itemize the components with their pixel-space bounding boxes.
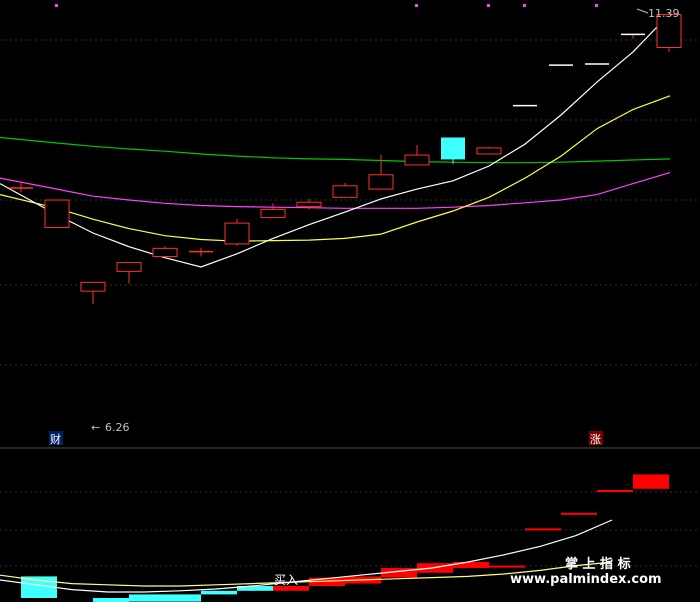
candle-body [224,222,250,245]
watermark-url: www.palmindex.com [510,572,662,587]
candle-body [404,154,430,166]
high-price-label: 11.39 [648,7,680,20]
candle-body [476,147,502,155]
indicator-bar [561,512,597,515]
marker-dot [595,4,598,7]
candle-body [368,174,394,190]
indicator-bar [633,474,669,489]
candle-body [80,281,106,292]
marker-dot [415,4,418,7]
indicator-bar [489,565,525,568]
candle-body [152,247,178,258]
candle-body [332,185,358,198]
indicator-bar [165,594,201,602]
marker-dot [487,4,490,7]
marker-dot [55,4,58,7]
buy-signal-label: 买入 [274,573,298,587]
badge-left: 财 [50,432,61,446]
candle-body [116,262,142,272]
candle-body [296,201,322,208]
low-price-label: 6.26 [105,421,130,434]
stock-chart: 11.39 ← 6.26 财 涨 买入 掌 上 指 标 www.palminde… [0,4,700,602]
indicator-bar [201,590,237,595]
moving-average-lines [0,13,671,268]
indicator-bar [93,598,129,602]
indicator-bar [453,562,489,568]
indicator-bar [129,594,165,602]
candle-body [44,199,70,228]
low-price-arrow: ← [91,421,100,434]
moving-average-line [0,95,671,242]
badge-right: 涨 [590,433,601,446]
high-price-arrow [636,8,649,14]
indicator-bar [525,528,561,531]
candle-body [441,137,465,160]
indicator-bar [597,490,633,492]
candle-body [260,208,286,219]
moving-average-line [0,13,671,268]
watermark-title: 掌 上 指 标 [565,556,631,572]
marker-dot [523,4,526,7]
